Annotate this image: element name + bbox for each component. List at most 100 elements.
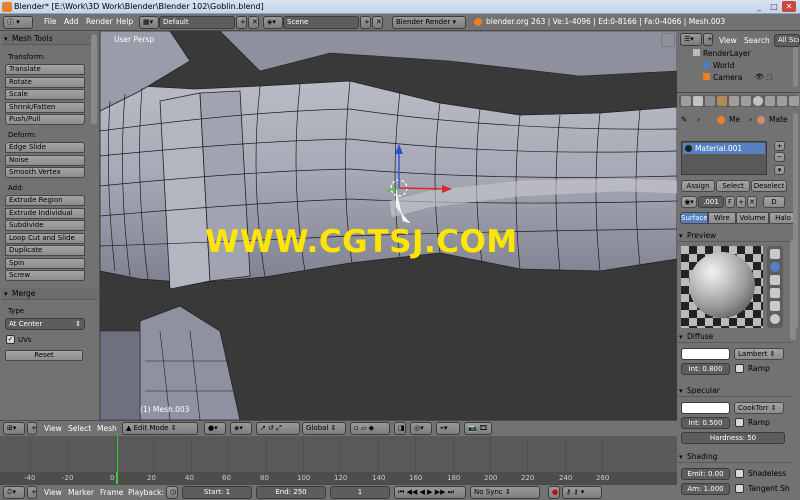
texture-tab-icon[interactable] (765, 96, 775, 106)
outliner-menu-search[interactable]: Search (744, 36, 770, 46)
emit-field[interactable]: Emit: 0.00 (681, 468, 730, 480)
viewport-editor-icon[interactable]: ⊞▾ (3, 422, 25, 435)
viewport-collapse-icon[interactable]: + (27, 422, 37, 435)
diffuse-intensity-field[interactable]: Int: 0.800 (681, 363, 730, 375)
add-layout-icon[interactable]: + (236, 16, 247, 29)
pivot-point-icon[interactable]: ◈▾ (230, 422, 252, 435)
specular-color-swatch[interactable] (681, 402, 730, 414)
menu-add[interactable]: Add (64, 17, 79, 27)
world-tab-icon[interactable] (705, 96, 715, 106)
remove-scene-icon[interactable]: ✕ (372, 16, 383, 29)
menu-file[interactable]: File (44, 17, 57, 27)
tool-screw-button[interactable]: Screw (5, 270, 85, 281)
timeline-menu-frame[interactable]: Frame (100, 488, 123, 498)
tool-smooth-vertex-button[interactable]: Smooth Vertex (5, 167, 85, 178)
all-scenes-select[interactable]: All Scenes (774, 34, 800, 47)
keying-set-icons[interactable]: ⚷ ⚷ ▾ (562, 486, 602, 499)
snap-icon[interactable]: ⌖▾ (436, 422, 460, 435)
outliner-menu-view[interactable]: View (719, 36, 737, 46)
add-material-button[interactable]: + (736, 196, 746, 208)
deselect-button[interactable]: Deselect (751, 180, 787, 192)
viewport-corner-handle[interactable] (661, 33, 675, 47)
link-data-select[interactable]: D (763, 196, 785, 208)
scene-icon[interactable]: ◈▾ (263, 16, 283, 29)
preview-monkey-icon[interactable] (770, 288, 780, 298)
timeline-collapse-icon[interactable]: + (27, 486, 37, 499)
viewport-menu-mesh[interactable]: Mesh (97, 424, 117, 434)
specular-shader-select[interactable]: CookTorr ⇕ (734, 402, 784, 414)
tool-edge-slide-button[interactable]: Edge Slide (5, 142, 85, 153)
render-engine-select[interactable]: Blender Render ▾ (392, 16, 466, 29)
editor-type-button[interactable]: ⓘ ▾ (3, 16, 33, 29)
merge-type-select[interactable]: At Center ⇕ (5, 318, 85, 330)
sync-mode-select[interactable]: No Sync ⇕ (470, 486, 540, 499)
timeline-editor-icon[interactable]: ⏱▾ (3, 486, 25, 499)
tool-rotate-button[interactable]: Rotate (5, 76, 85, 88)
uvs-checkbox[interactable]: ✓ (6, 335, 15, 344)
material-tab-icon[interactable] (753, 96, 763, 106)
preview-cube-icon[interactable] (770, 275, 780, 285)
outliner-item-camera[interactable]: Camera (703, 73, 742, 82)
tool-extrude-region-button[interactable]: Extrude Region (5, 195, 85, 206)
physics-tab-icon[interactable] (789, 96, 799, 106)
material-slot-menu-button[interactable]: ▾ (774, 165, 785, 175)
breadcrumb-mesh[interactable]: Me (729, 115, 740, 124)
remove-material-slot-button[interactable]: − (774, 152, 785, 162)
viewport-menu-view[interactable]: View (44, 424, 62, 434)
tool-extrude-individual-button[interactable]: Extrude Individual (5, 207, 85, 219)
tool-noise-button[interactable]: Noise (5, 154, 85, 166)
tool-shrink-fatten-button[interactable]: Shrink/Fatten (5, 101, 85, 113)
manipulator-icons[interactable]: ↗ ↺ ⤢ (256, 422, 300, 435)
specular-intensity-field[interactable]: Int: 0.500 (681, 417, 730, 429)
diffuse-ramp-checkbox[interactable] (735, 364, 744, 373)
tab-surface[interactable]: Surface (680, 212, 708, 224)
end-frame-field[interactable]: End: 250 (256, 486, 326, 499)
outliner-scrollbar[interactable] (793, 47, 798, 87)
menu-render[interactable]: Render (86, 17, 113, 27)
specular-ramp-checkbox[interactable] (735, 418, 744, 427)
assign-button[interactable]: Assign (681, 180, 715, 192)
preview-flat-icon[interactable] (770, 249, 780, 259)
particles-tab-icon[interactable] (777, 96, 787, 106)
render-preview-icons[interactable]: 📷 🎞 (464, 422, 492, 435)
material-slot-item[interactable]: Material.001 (683, 143, 765, 154)
ambient-field[interactable]: Am: 1.000 (681, 483, 730, 495)
diffuse-panel-header[interactable]: Diffuse (677, 331, 793, 343)
outliner-item-renderlayer[interactable]: RenderLayer (693, 49, 751, 58)
viewport-menu-select[interactable]: Select (68, 424, 91, 434)
remove-layout-icon[interactable]: ✕ (248, 16, 259, 29)
preview-sphere-icon[interactable] (770, 262, 780, 272)
diffuse-color-swatch[interactable] (681, 348, 730, 360)
constraints-tab-icon[interactable] (729, 96, 739, 106)
minimize-button[interactable]: _ (752, 1, 766, 12)
object-tab-icon[interactable] (717, 96, 727, 106)
tool-spin-button[interactable]: Spin (5, 257, 85, 269)
mode-select[interactable]: ▲ Edit Mode ⇕ (122, 422, 198, 435)
preview-hair-icon[interactable] (770, 301, 780, 311)
use-preview-range-icon[interactable]: ◷ (166, 486, 178, 499)
modifiers-tab-icon[interactable] (741, 96, 751, 106)
scene-field[interactable]: Scene (283, 16, 359, 29)
occlude-geometry-icon[interactable]: ◨ (394, 422, 406, 435)
material-browse-icon[interactable]: ◉▾ (681, 196, 697, 208)
reset-button[interactable]: Reset (5, 350, 83, 361)
mesh-tools-panel-header[interactable]: Mesh Tools (2, 33, 98, 45)
menu-help[interactable]: Help (116, 17, 133, 27)
visibility-eye-icon[interactable]: 👁 ⬚ (755, 73, 773, 81)
outliner-item-world[interactable]: World (703, 61, 735, 70)
breadcrumb-material[interactable]: Mate (769, 115, 788, 124)
outliner-collapse-icon[interactable]: + (703, 33, 713, 46)
tool-push-pull-button[interactable]: Push/Pull (5, 114, 85, 125)
tool-loop-cut-and-slide-button[interactable]: Loop Cut and Slide (5, 232, 85, 244)
screen-layout-icon[interactable]: ▦▾ (139, 16, 159, 29)
tool-translate-button[interactable]: Translate (5, 64, 85, 75)
diffuse-shader-select[interactable]: Lambert ⇕ (734, 348, 784, 360)
scene-tab-icon[interactable] (693, 96, 703, 106)
3d-viewport[interactable]: User Persp (1) Mesh.003 WWW.CGTSJ.COM (100, 31, 677, 420)
timeline-menu-playback[interactable]: Playback: (128, 488, 164, 498)
hardness-field[interactable]: Hardness: 50 (681, 432, 785, 444)
timeline-menu-marker[interactable]: Marker (68, 488, 94, 498)
material-name-field[interactable]: .001 (698, 196, 724, 208)
tool-shelf-scrollbar[interactable] (91, 34, 97, 124)
fake-user-button[interactable]: F (725, 196, 735, 208)
